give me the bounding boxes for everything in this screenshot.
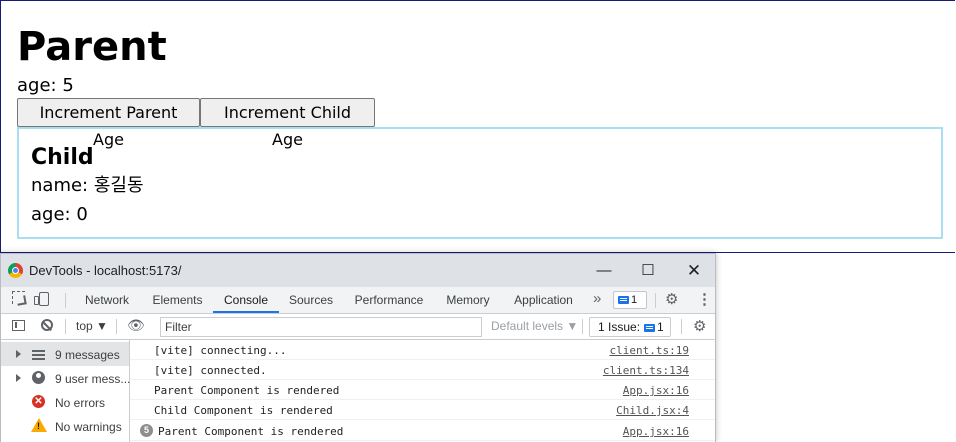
error-icon: ✕ <box>32 395 45 408</box>
console-settings-gear-icon[interactable]: ⚙ <box>693 317 706 335</box>
increment-parent-age-button[interactable]: Increment Parent Age <box>17 98 200 149</box>
expand-arrow-icon <box>16 350 21 358</box>
settings-gear-icon[interactable]: ⚙ <box>665 290 678 308</box>
clear-console-icon[interactable] <box>41 319 53 331</box>
console-sidebar: 9 messages 9 user mess... ✕ No errors No… <box>1 340 130 442</box>
message-icon <box>618 296 629 304</box>
minimize-button[interactable]: — <box>581 254 627 287</box>
issues-count-button[interactable]: 1 Issue: 1 <box>589 317 671 337</box>
issues-badge-count: 1 <box>631 294 638 306</box>
more-tabs-button[interactable]: » <box>593 286 601 312</box>
close-button[interactable]: ✕ <box>671 254 715 287</box>
tab-elements[interactable]: Elements <box>146 287 209 313</box>
toolbar-divider <box>65 293 66 308</box>
console-source-link[interactable]: App.jsx:16 <box>623 425 689 438</box>
console-source-link[interactable]: client.ts:19 <box>610 344 689 357</box>
toolbar-divider <box>582 319 583 334</box>
live-expression-eye-icon[interactable]: 👁 <box>127 317 145 334</box>
child-title: Child <box>31 145 94 170</box>
sidebar-item-user-messages[interactable]: 9 user mess... <box>1 366 131 390</box>
sidebar-item-errors[interactable]: ✕ No errors <box>1 390 129 414</box>
issues-count: 1 <box>657 320 664 334</box>
console-log: [vite] connecting... client.ts:19 [vite]… <box>130 340 715 442</box>
console-row: Parent Component is rendered App.jsx:16 <box>130 380 715 400</box>
app-root: Parent age: 5 Increment Parent Age Incre… <box>0 0 955 253</box>
toolbar-divider <box>65 319 66 334</box>
console-message: Parent Component is rendered <box>154 384 340 397</box>
console-source-link[interactable]: client.ts:134 <box>603 364 689 377</box>
sidebar-item-label: No errors <box>55 396 106 410</box>
console-source-link[interactable]: App.jsx:16 <box>623 384 689 397</box>
console-row: [vite] connected. client.ts:134 <box>130 360 715 380</box>
more-options-icon[interactable]: ⋮ <box>697 290 712 308</box>
tab-application[interactable]: Application <box>506 287 581 313</box>
tab-sources[interactable]: Sources <box>283 287 339 313</box>
tab-console[interactable]: Console <box>213 287 279 313</box>
context-selector[interactable]: top ▼ <box>76 319 108 333</box>
toolbar-divider <box>655 293 656 308</box>
console-row: 5 Parent Component is rendered App.jsx:1… <box>130 421 715 441</box>
user-icon <box>32 371 45 384</box>
device-toolbar-icon[interactable] <box>34 292 49 306</box>
maximize-button[interactable]: ☐ <box>625 254 671 287</box>
console-filter-input[interactable] <box>160 317 482 337</box>
toolbar-divider <box>681 319 682 334</box>
child-name-text: name: 홍길동 <box>31 175 144 196</box>
parent-age-text: age: 5 <box>17 75 74 96</box>
sidebar-item-label: No warnings <box>55 420 122 434</box>
tab-memory[interactable]: Memory <box>438 287 498 313</box>
devtools-tab-bar: Network Elements Console Sources Perform… <box>1 287 715 314</box>
repeat-count-badge: 5 <box>140 424 153 437</box>
sidebar-item-warnings[interactable]: No warnings <box>1 414 129 438</box>
console-message: Child Component is rendered <box>154 404 333 417</box>
parent-title: Parent <box>17 24 167 70</box>
devtools-window-title: DevTools - localhost:5173/ <box>29 263 182 278</box>
console-source-link[interactable]: Child.jsx:4 <box>616 404 689 417</box>
issues-label: 1 Issue: <box>598 320 641 334</box>
console-message: [vite] connected. <box>154 364 267 377</box>
increment-child-age-button[interactable]: Increment Child Age <box>200 98 375 149</box>
sidebar-toggle-icon[interactable] <box>12 320 25 331</box>
inspect-element-icon[interactable] <box>12 291 25 304</box>
console-message: [vite] connecting... <box>154 344 287 357</box>
child-age-text: age: 0 <box>31 204 88 225</box>
chrome-logo-icon <box>8 263 23 278</box>
sidebar-item-label: 9 user mess... <box>55 372 131 386</box>
tab-performance[interactable]: Performance <box>347 287 431 313</box>
devtools-titlebar[interactable]: DevTools - localhost:5173/ — ☐ ✕ <box>1 254 715 287</box>
expand-arrow-icon <box>16 374 21 382</box>
child-component-box: Child name: 홍길동 age: 0 <box>17 127 943 239</box>
console-row: [vite] connecting... client.ts:19 <box>130 340 715 360</box>
message-icon <box>644 324 656 332</box>
console-toolbar: top ▼ 👁 Default levels ▼ 1 Issue: 1 ⚙ <box>1 314 715 340</box>
console-row: Child Component is rendered Child.jsx:4 <box>130 400 715 420</box>
log-levels-dropdown[interactable]: Default levels ▼ <box>491 319 578 333</box>
devtools-window: DevTools - localhost:5173/ — ☐ ✕ Network… <box>0 253 716 442</box>
sidebar-item-messages[interactable]: 9 messages <box>1 342 129 366</box>
sidebar-item-label: 9 messages <box>55 348 120 362</box>
tab-network[interactable]: Network <box>76 287 138 313</box>
toolbar-divider <box>116 319 117 334</box>
console-message: Parent Component is rendered <box>158 425 344 438</box>
warning-icon <box>31 418 47 432</box>
issues-badge[interactable]: 1 <box>613 291 647 309</box>
list-icon <box>32 350 45 352</box>
